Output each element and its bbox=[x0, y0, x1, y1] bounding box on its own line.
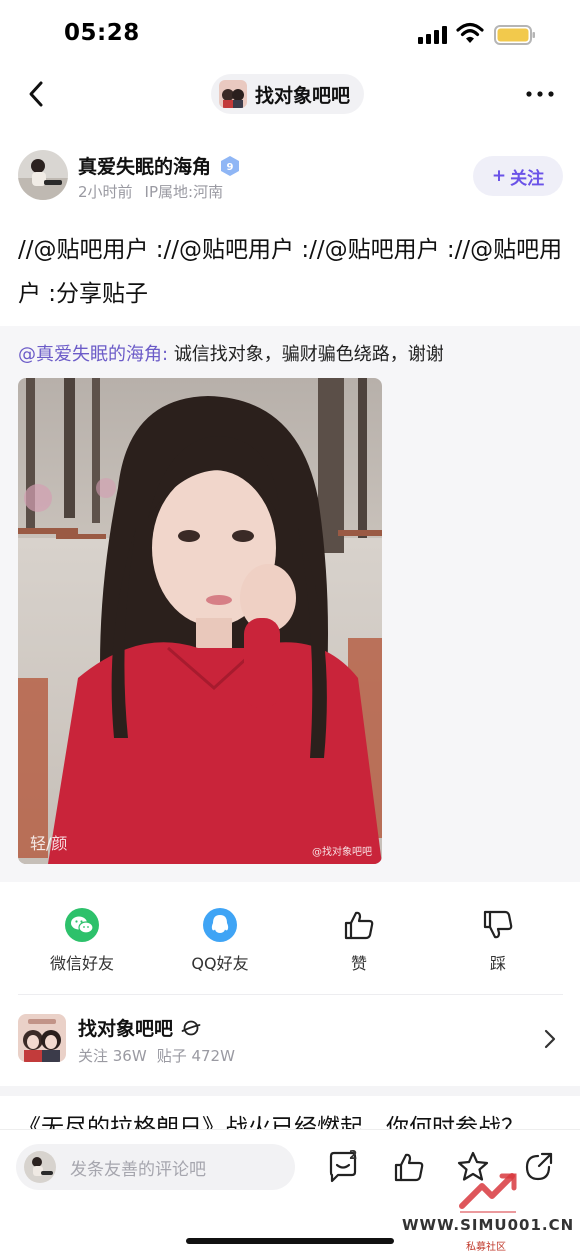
ip-location: IP属地:河南 bbox=[144, 183, 224, 201]
divider bbox=[18, 994, 563, 995]
share-wechat-label: 微信好友 bbox=[49, 954, 114, 973]
cellular-signal-icon bbox=[418, 26, 447, 44]
forum-followers: 关注 36W bbox=[78, 1047, 147, 1065]
qq-icon bbox=[203, 908, 237, 942]
forum-posts: 贴子 472W bbox=[156, 1047, 235, 1065]
repost-box[interactable]: @真爱失眠的海角: 诚信找对象，骗财骗色绕路，谢谢 轻/颜 @找对象吧吧 bbox=[0, 326, 580, 882]
user-avatar bbox=[24, 1151, 56, 1183]
photo-watermark-right: @找对象吧吧 bbox=[312, 847, 372, 858]
share-qq-label: QQ好友 bbox=[191, 954, 249, 973]
author-avatar[interactable] bbox=[18, 150, 68, 200]
more-options-icon[interactable] bbox=[524, 82, 556, 106]
comment-placeholder: 发条友善的评论吧 bbox=[70, 1159, 206, 1180]
forum-card-name: 找对象吧吧 bbox=[78, 1018, 174, 1040]
chevron-right-icon bbox=[544, 1029, 556, 1049]
planet-icon bbox=[181, 1020, 201, 1035]
forum-chip-label: 找对象吧吧 bbox=[255, 84, 351, 107]
like-label: 赞 bbox=[350, 954, 367, 973]
post-time: 2小时前 bbox=[78, 183, 133, 201]
share-wechat-button[interactable]: 微信好友 bbox=[27, 908, 137, 974]
plus-icon: + bbox=[491, 166, 507, 186]
repost-photo[interactable]: 轻/颜 @找对象吧吧 bbox=[18, 378, 382, 864]
section-separator bbox=[0, 1086, 580, 1096]
author-name[interactable]: 真爱失眠的海角 bbox=[78, 152, 211, 179]
watermark-logo-icon bbox=[459, 1173, 517, 1213]
level-badge-icon: 9 bbox=[221, 155, 240, 176]
thumbs-up-icon bbox=[344, 911, 374, 940]
status-time: 05:28 bbox=[64, 20, 140, 46]
forum-card[interactable]: 找对象吧吧 关注 36W 贴子 472W bbox=[18, 1012, 563, 1072]
forum-avatar bbox=[219, 80, 247, 108]
follow-button[interactable]: + 关注 bbox=[473, 156, 563, 196]
thumbs-down-icon bbox=[483, 910, 513, 939]
dislike-button[interactable]: 踩 bbox=[443, 908, 553, 974]
repost-mention[interactable]: @真爱失眠的海角: bbox=[18, 344, 168, 365]
wifi-icon bbox=[456, 22, 484, 43]
comment-count: 2 bbox=[349, 1148, 358, 1162]
forum-card-avatar bbox=[18, 1014, 66, 1062]
battery-icon bbox=[494, 25, 535, 45]
post-title: //@贴吧用户 ://@贴吧用户 ://@贴吧用户 ://@贴吧用户 :分享贴子 bbox=[18, 237, 563, 307]
watermark-sub-text: 私募社区 bbox=[466, 1242, 506, 1253]
share-actions: 微信好友 QQ好友 赞 踩 bbox=[0, 900, 580, 980]
status-bar: 05:28 bbox=[0, 0, 580, 64]
home-indicator bbox=[186, 1238, 394, 1244]
dislike-label: 踩 bbox=[489, 954, 506, 973]
back-arrow-icon[interactable] bbox=[24, 78, 50, 110]
forum-chip[interactable]: 找对象吧吧 bbox=[211, 74, 365, 114]
watermark-site-text: WWW.SIMU001.CN bbox=[402, 1216, 575, 1234]
follow-label: 关注 bbox=[510, 168, 545, 189]
like-button[interactable]: 赞 bbox=[304, 908, 414, 974]
photo-watermark-left: 轻/颜 bbox=[30, 834, 68, 853]
author-header: 真爱失眠的海角 9 2小时前 IP属地:河南 + 关注 bbox=[18, 150, 563, 206]
wechat-icon bbox=[65, 908, 99, 942]
comment-input[interactable]: 发条友善的评论吧 bbox=[16, 1144, 295, 1190]
share-qq-button[interactable]: QQ好友 bbox=[165, 908, 275, 974]
repost-text: 诚信找对象，骗财骗色绕路，谢谢 bbox=[173, 344, 444, 365]
site-watermark: WWW.SIMU001.CN 私募社区 bbox=[402, 1172, 578, 1253]
svg-text:9: 9 bbox=[227, 162, 234, 173]
top-nav: 找对象吧吧 bbox=[0, 70, 580, 118]
